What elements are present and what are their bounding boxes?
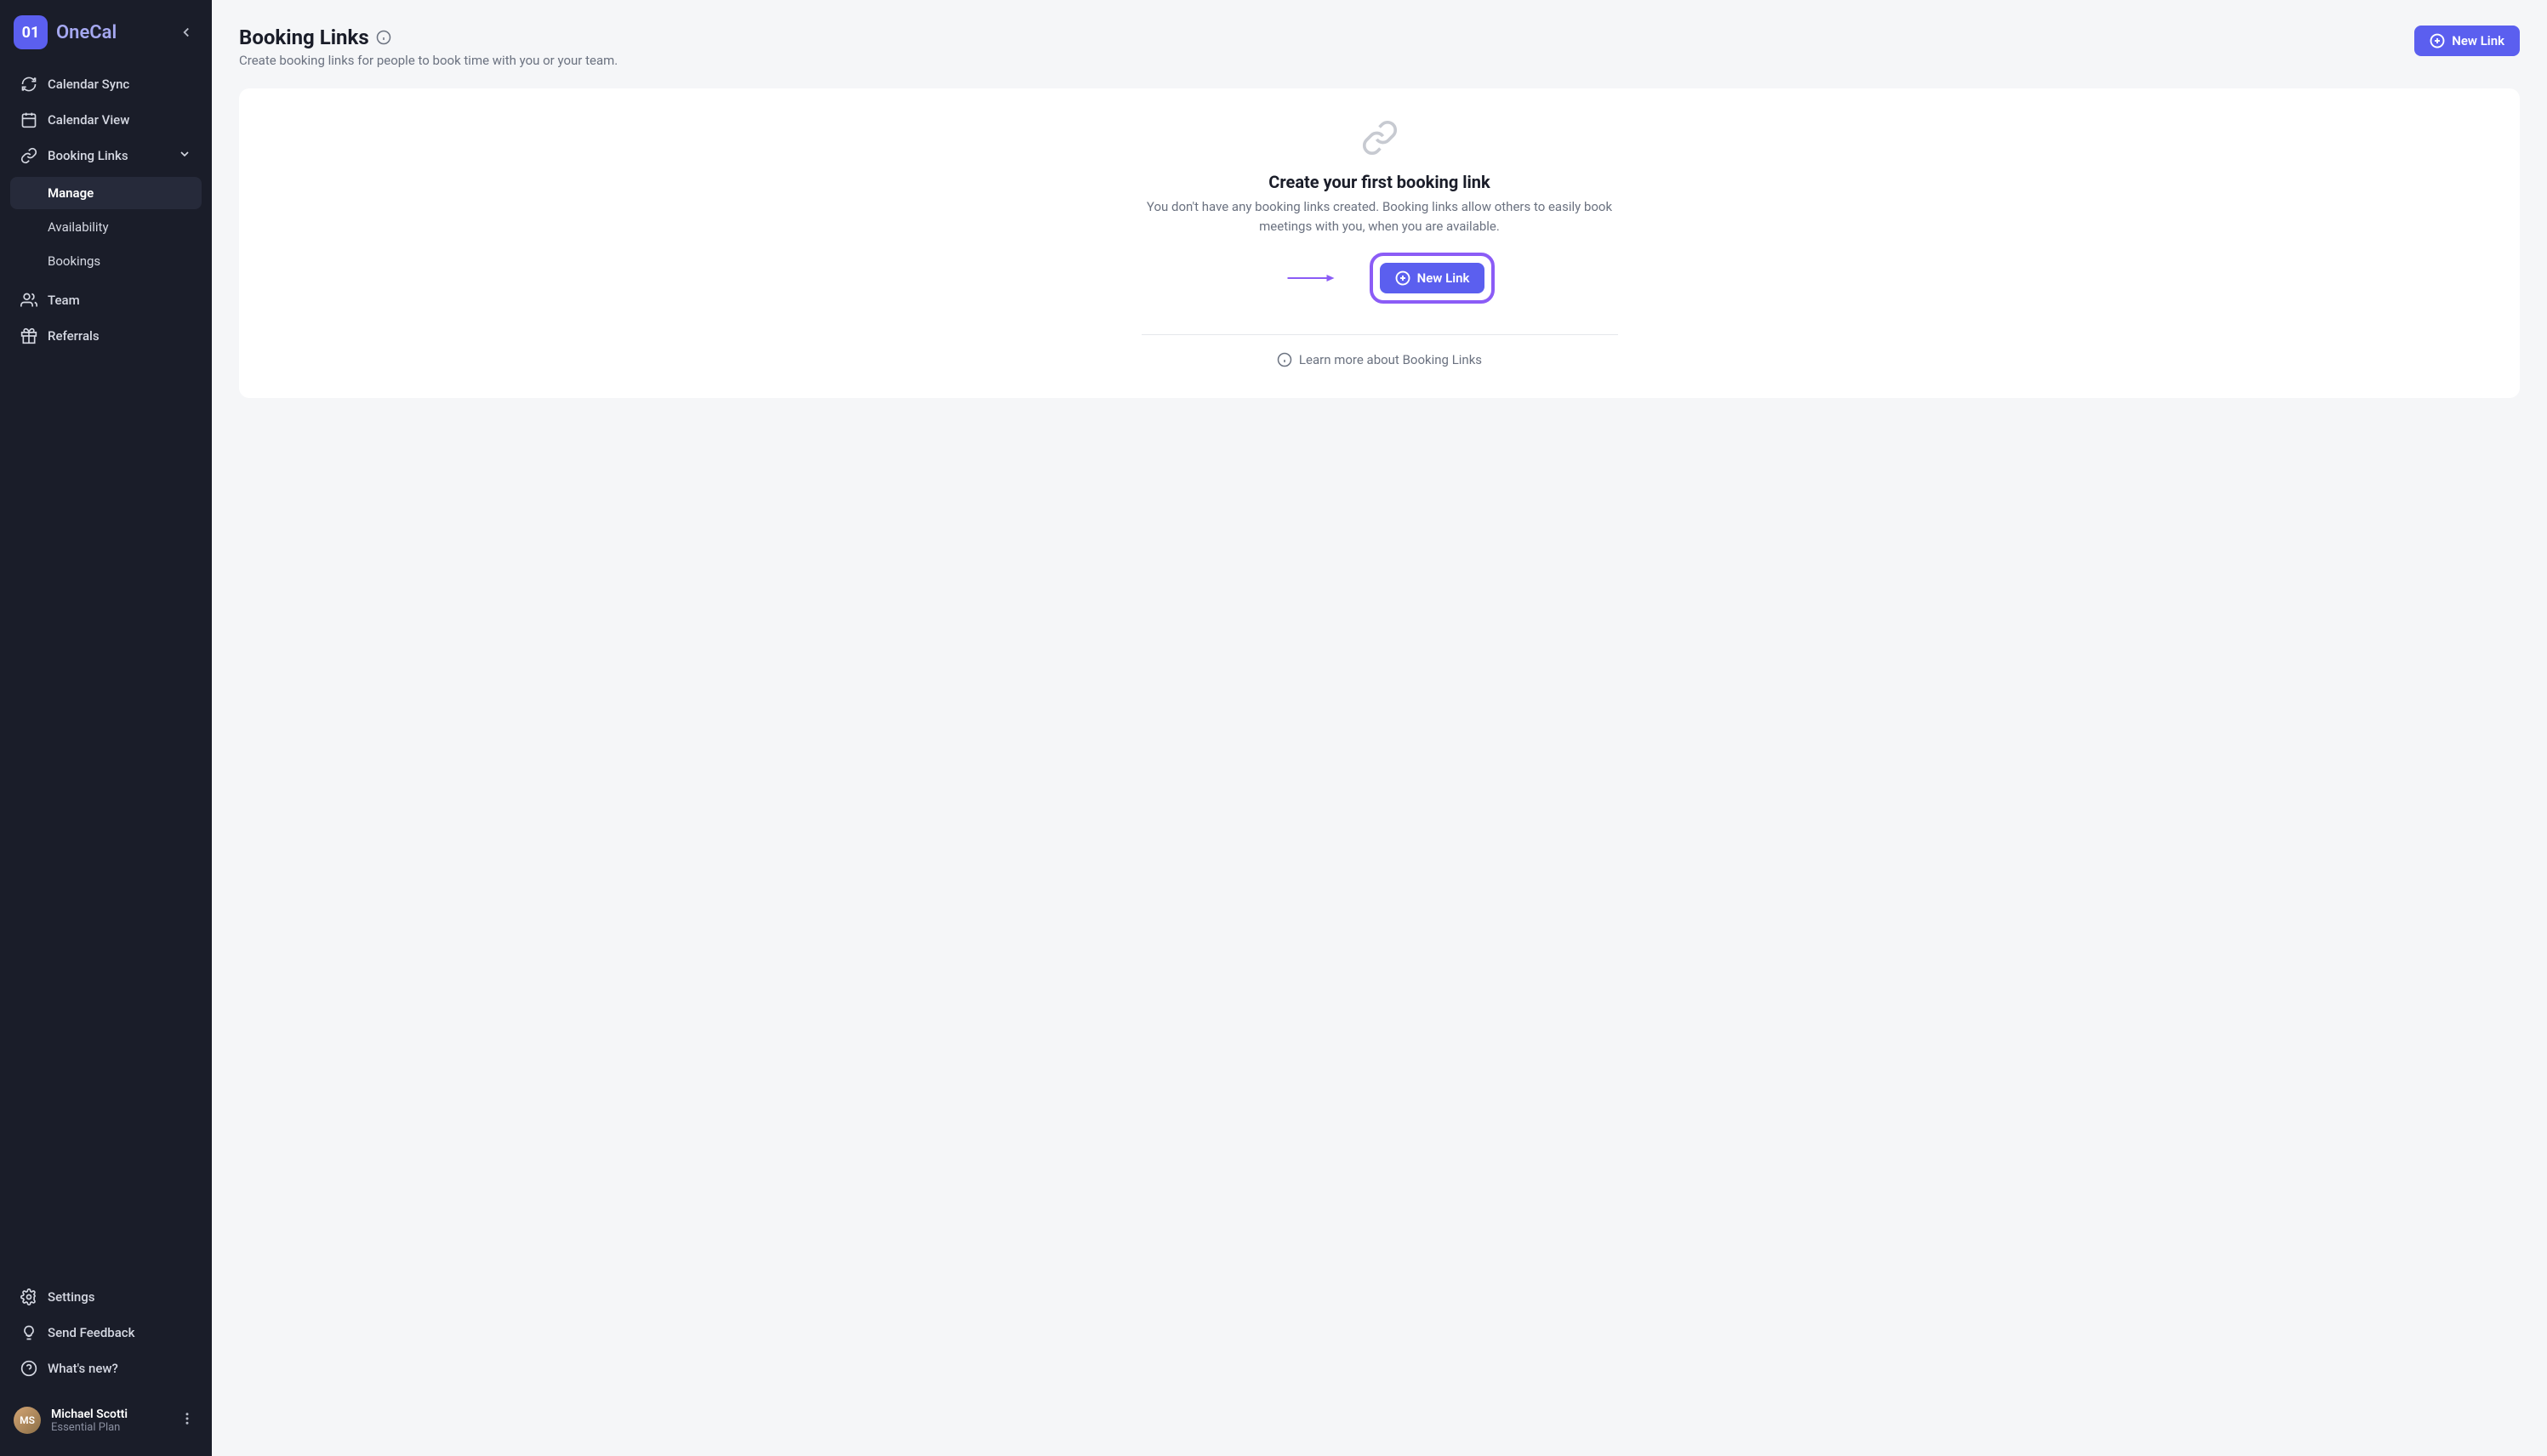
sidebar-item-whats-new[interactable]: What's new?: [10, 1351, 202, 1386]
lightbulb-icon: [20, 1324, 37, 1341]
info-icon: [1277, 352, 1292, 367]
avatar[interactable]: MS: [14, 1407, 41, 1434]
content-card: Create your first booking link You don't…: [239, 88, 2520, 398]
link-icon: [20, 147, 37, 164]
subnav-item-availability[interactable]: Availability: [10, 211, 202, 243]
user-info: Michael Scotti Essential Plan: [51, 1408, 128, 1434]
logo-badge: 01: [14, 15, 48, 49]
sidebar-item-settings[interactable]: Settings: [10, 1279, 202, 1315]
subnav-label: Bookings: [48, 253, 100, 269]
sidebar-item-referrals[interactable]: Referrals: [10, 318, 202, 354]
new-link-button-header[interactable]: New Link: [2414, 26, 2520, 56]
subnav-item-bookings[interactable]: Bookings: [10, 245, 202, 277]
user-name: Michael Scotti: [51, 1408, 128, 1421]
link-large-icon: [1361, 119, 1399, 160]
gift-icon: [20, 327, 37, 344]
subnav-item-manage[interactable]: Manage: [10, 177, 202, 209]
nav-list-lower: Team Referrals: [10, 282, 202, 354]
user-plan: Essential Plan: [51, 1421, 128, 1434]
avatar-initials: MS: [20, 1414, 35, 1426]
page-header-text: Booking Links Create booking links for p…: [239, 26, 618, 68]
empty-title: Create your first booking link: [1268, 172, 1490, 192]
nav-label: Calendar View: [48, 112, 129, 128]
sidebar: 01 OneCal Calendar Sync Calendar View Bo…: [0, 0, 212, 1456]
nav-label: Send Feedback: [48, 1325, 134, 1340]
page-title-row: Booking Links: [239, 26, 618, 49]
page-header: Booking Links Create booking links for p…: [239, 26, 2520, 68]
empty-state: Create your first booking link You don't…: [1142, 119, 1618, 367]
plus-circle-icon: [2430, 33, 2445, 48]
divider: [1142, 334, 1618, 335]
highlight-frame: New Link: [1370, 253, 1496, 304]
nav-label: Team: [48, 293, 80, 308]
logo-badge-text: 01: [22, 24, 40, 42]
user-menu-button[interactable]: [176, 1408, 198, 1433]
booking-subnav: Manage Availability Bookings: [10, 177, 202, 279]
sidebar-item-team[interactable]: Team: [10, 282, 202, 318]
page-subtitle: Create booking links for people to book …: [239, 53, 618, 68]
team-icon: [20, 292, 37, 309]
sidebar-item-feedback[interactable]: Send Feedback: [10, 1315, 202, 1351]
learn-more-link[interactable]: Learn more about Booking Links: [1277, 352, 1482, 367]
plus-circle-icon: [1395, 270, 1410, 286]
button-label: New Link: [1417, 270, 1470, 286]
button-label: New Link: [2452, 33, 2504, 48]
info-icon[interactable]: [376, 30, 391, 45]
gear-icon: [20, 1288, 37, 1305]
empty-description: You don't have any booking links created…: [1142, 197, 1618, 236]
nav-label: Booking Links: [48, 148, 128, 163]
cta-row: New Link: [1264, 253, 1496, 304]
more-vertical-icon: [179, 1411, 195, 1426]
new-link-button-cta[interactable]: New Link: [1380, 263, 1485, 293]
chevron-down-icon: [178, 147, 191, 164]
subnav-label: Manage: [48, 185, 94, 201]
nav-label: Settings: [48, 1289, 95, 1305]
subnav-label: Availability: [48, 219, 109, 235]
sidebar-header: 01 OneCal: [10, 15, 202, 66]
sidebar-item-calendar-sync[interactable]: Calendar Sync: [10, 66, 202, 102]
sidebar-item-calendar-view[interactable]: Calendar View: [10, 102, 202, 138]
user-row: MS Michael Scotti Essential Plan: [10, 1400, 202, 1441]
logo[interactable]: 01 OneCal: [14, 15, 117, 49]
nav-list: Calendar Sync Calendar View Booking Link…: [10, 66, 202, 173]
logo-text: OneCal: [56, 22, 117, 43]
page-title: Booking Links: [239, 26, 369, 49]
nav-label: Referrals: [48, 328, 100, 344]
nav-label: What's new?: [48, 1361, 118, 1376]
main-content: Booking Links Create booking links for p…: [212, 0, 2547, 1456]
help-icon: [20, 1360, 37, 1377]
sidebar-footer-nav: Settings Send Feedback What's new?: [10, 1279, 202, 1386]
sync-icon: [20, 76, 37, 93]
arrow-annotation-icon: [1264, 274, 1358, 282]
nav-label: Calendar Sync: [48, 77, 129, 92]
sidebar-collapse-button[interactable]: [174, 20, 198, 44]
calendar-icon: [20, 111, 37, 128]
chevron-left-icon: [179, 25, 194, 40]
learn-more-label: Learn more about Booking Links: [1299, 352, 1482, 367]
sidebar-item-booking-links[interactable]: Booking Links: [10, 138, 202, 173]
